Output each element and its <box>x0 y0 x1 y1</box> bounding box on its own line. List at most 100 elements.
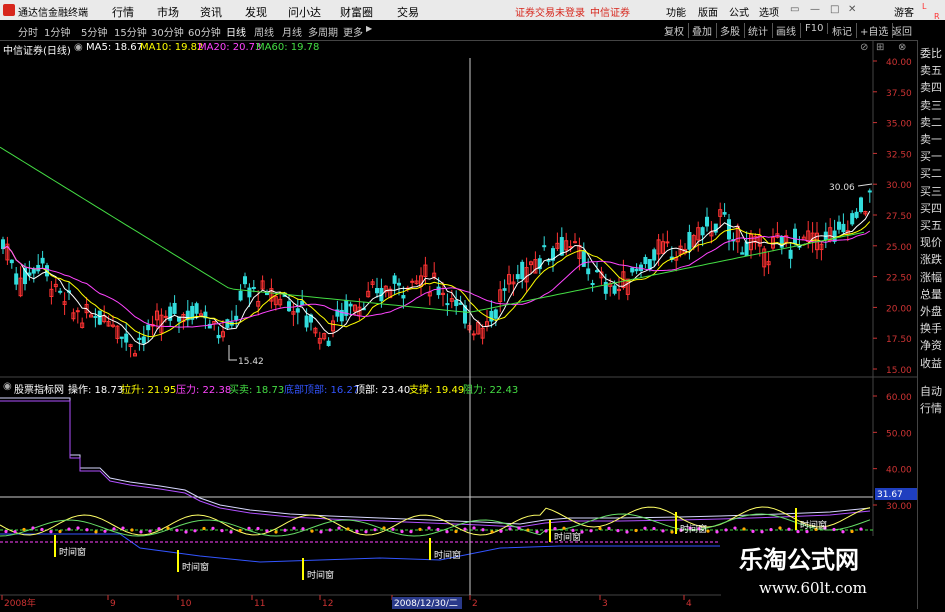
candle-body <box>590 283 595 286</box>
menu-function[interactable]: 功能 <box>666 4 686 19</box>
low-annotation-arrow <box>228 345 237 361</box>
signal-dot <box>112 527 116 531</box>
zoom-icon[interactable]: ⊞ <box>876 42 884 53</box>
panel-item-19[interactable]: 自动 <box>920 383 942 399</box>
signal-dot <box>355 529 359 533</box>
signal-dot <box>121 526 125 530</box>
login-notice[interactable]: 证券交易未登录 <box>515 4 585 19</box>
signal-dot <box>751 529 755 533</box>
period-daily[interactable]: 日线 <box>226 24 246 39</box>
candle-body <box>687 231 692 250</box>
candle-body <box>546 259 551 262</box>
signal-dot <box>787 527 791 531</box>
period-multi[interactable]: 多周期 <box>308 24 338 39</box>
candle-body <box>867 190 872 193</box>
candle-body <box>542 245 547 248</box>
signal-dot <box>67 527 71 531</box>
signal-dot <box>409 530 413 534</box>
candle-body <box>9 259 14 264</box>
signal-dot <box>373 528 377 532</box>
maximize-icon[interactable]: □ <box>830 4 839 15</box>
time-window-label: 时间窗 <box>434 549 461 561</box>
overlay-button[interactable]: 叠加 <box>692 23 717 38</box>
close-icon[interactable]: ✕ <box>848 4 856 15</box>
back-button[interactable]: 返回 <box>892 23 916 38</box>
signal-dot <box>148 529 152 533</box>
candle-body <box>595 270 599 273</box>
signal-dot <box>346 527 350 531</box>
menu-wealth[interactable]: 财富圈 <box>340 4 373 20</box>
signal-dot <box>283 528 287 532</box>
chart-area[interactable]: 40.00 37.50 35.00 32.50 30.00 27.50 25.00 22.50… <box>0 0 945 612</box>
draw-line-button[interactable]: 画线 <box>776 23 801 38</box>
menu-market[interactable]: 市场 <box>157 4 179 20</box>
signal-dot <box>499 529 503 533</box>
period-1min[interactable]: 1分钟 <box>44 24 70 39</box>
add-watchlist-button[interactable]: +自选 <box>860 23 894 38</box>
panel-item-12: 涨跌 <box>920 253 942 267</box>
candle-body <box>137 337 142 341</box>
indicator-settings-icon[interactable]: ◉ <box>3 381 12 392</box>
candle-body <box>216 334 221 339</box>
candle-body <box>493 309 498 319</box>
candle-body <box>146 324 151 331</box>
layout-icon[interactable]: ⊘ <box>860 42 868 53</box>
menu-trade[interactable]: 交易 <box>397 4 419 20</box>
candle-body <box>612 285 617 294</box>
minimize-icon[interactable]: ▭ <box>790 4 799 15</box>
menu-quotes[interactable]: 行情 <box>112 4 134 20</box>
settings-icon[interactable]: ◉ <box>74 42 83 53</box>
panel-item-20[interactable]: 行情 <box>920 400 942 416</box>
menu-options[interactable]: 选项 <box>759 4 779 19</box>
date-axis-label: 2008/12/30/二 <box>394 599 458 609</box>
period-weekly[interactable]: 周线 <box>254 24 274 39</box>
price-axis-label: 40.00 <box>886 58 912 68</box>
mark-button[interactable]: 标记 <box>832 23 857 38</box>
ma60-label: MA60: 19.78 <box>256 42 320 53</box>
indicator-name[interactable]: 股票指标网 <box>14 381 64 396</box>
candle-body <box>287 301 291 312</box>
signal-dot <box>535 530 539 534</box>
candle-body <box>788 249 793 259</box>
candle-body <box>471 333 476 336</box>
ma5-line <box>2 210 871 346</box>
period-30min[interactable]: 30分钟 <box>151 24 184 39</box>
adjust-button[interactable]: 复权 <box>664 23 689 38</box>
period-5min[interactable]: 5分钟 <box>81 24 107 39</box>
chevron-right-icon[interactable]: ▶ <box>366 24 372 33</box>
menu-ask[interactable]: 问小达 <box>288 4 321 20</box>
signal-dot <box>364 530 368 534</box>
signal-dot <box>607 526 611 530</box>
multi-stock-button[interactable]: 多股 <box>720 23 745 38</box>
period-more[interactable]: 更多 <box>343 24 363 39</box>
signal-dot <box>643 526 647 530</box>
menu-layout[interactable]: 版面 <box>698 4 718 19</box>
period-toolbar: 分时 1分钟 5分钟 15分钟 30分钟 60分钟 日线 周线 月线 多周期 更… <box>0 21 945 41</box>
period-60min[interactable]: 60分钟 <box>188 24 221 39</box>
restore-icon[interactable]: — <box>810 4 820 15</box>
menu-news[interactable]: 资讯 <box>200 4 222 20</box>
guest-label[interactable]: 游客 <box>894 4 914 19</box>
signal-dot <box>337 526 341 530</box>
panel-item-14: 总量 <box>920 287 942 301</box>
period-15min[interactable]: 15分钟 <box>114 24 147 39</box>
price-axis-label: 25.00 <box>886 243 912 253</box>
signal-dot <box>94 530 98 534</box>
period-monthly[interactable]: 月线 <box>282 24 302 39</box>
period-tick[interactable]: 分时 <box>18 24 38 39</box>
menu-formula[interactable]: 公式 <box>729 4 749 19</box>
signal-dot <box>724 528 728 532</box>
signal-dot <box>490 530 494 534</box>
menu-discover[interactable]: 发现 <box>245 4 267 20</box>
candle-body <box>744 241 749 257</box>
candle-body <box>581 251 586 267</box>
panel-item-9: 买四 <box>920 201 942 215</box>
time-window-label: 时间窗 <box>800 519 827 531</box>
close-pane-icon[interactable]: ⊗ <box>898 42 906 53</box>
candle-body <box>854 211 859 218</box>
f10-button[interactable]: F10 <box>805 23 829 34</box>
signal-dot <box>301 527 305 531</box>
statistics-button[interactable]: 统计 <box>748 23 773 38</box>
time-window-label: 时间窗 <box>554 531 581 543</box>
candle-body <box>841 223 846 233</box>
